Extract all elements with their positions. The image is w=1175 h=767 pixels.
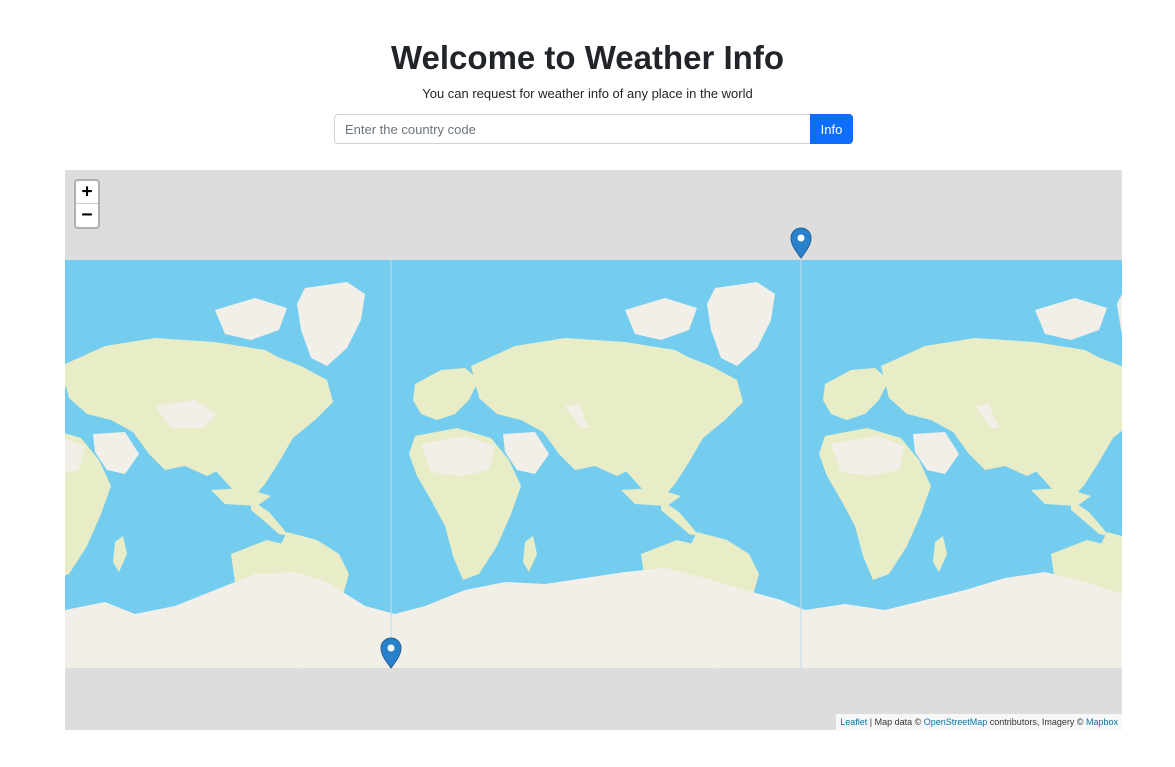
leaflet-link[interactable]: Leaflet bbox=[840, 717, 867, 727]
openstreetmap-link[interactable]: OpenStreetMap bbox=[924, 717, 988, 727]
map-marker-north bbox=[790, 227, 812, 259]
page-title: Welcome to Weather Info bbox=[390, 39, 784, 76]
zoom-control: + − bbox=[74, 179, 100, 229]
zoom-in-button[interactable]: + bbox=[76, 181, 98, 204]
attribution-text-1: | Map data © bbox=[867, 717, 924, 727]
attribution-text-2: contributors, Imagery © bbox=[987, 717, 1086, 727]
mapbox-link[interactable]: Mapbox bbox=[1086, 717, 1118, 727]
page-header: Welcome to Weather Info You can request … bbox=[0, 38, 1175, 102]
page-subtitle: You can request for weather info of any … bbox=[422, 86, 753, 101]
info-button[interactable]: Info bbox=[810, 114, 853, 144]
world-map[interactable]: + − Leaflet | Map data © OpenStreetMap c… bbox=[65, 170, 1122, 730]
map-attribution: Leaflet | Map data © OpenStreetMap contr… bbox=[836, 714, 1122, 730]
country-code-input[interactable] bbox=[334, 114, 810, 144]
map-tiles bbox=[65, 227, 1122, 670]
search-form: Info bbox=[334, 114, 853, 144]
zoom-out-button[interactable]: − bbox=[76, 204, 98, 227]
